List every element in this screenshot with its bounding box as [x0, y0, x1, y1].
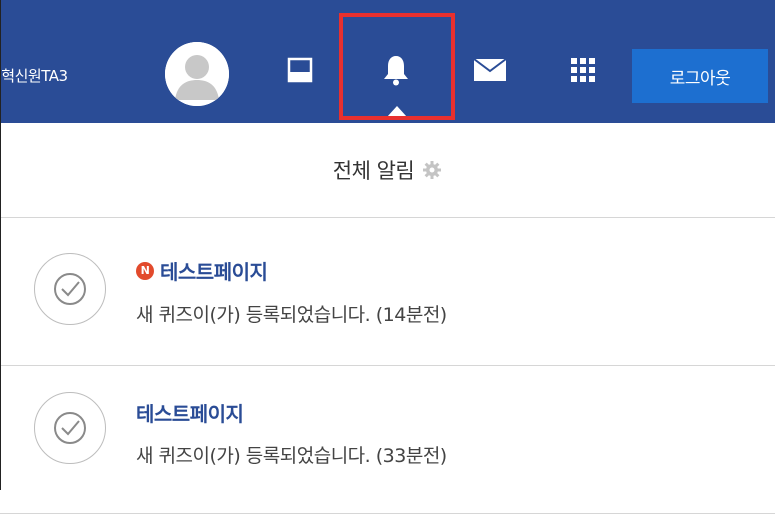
screenshot-frame: [0, 0, 775, 490]
